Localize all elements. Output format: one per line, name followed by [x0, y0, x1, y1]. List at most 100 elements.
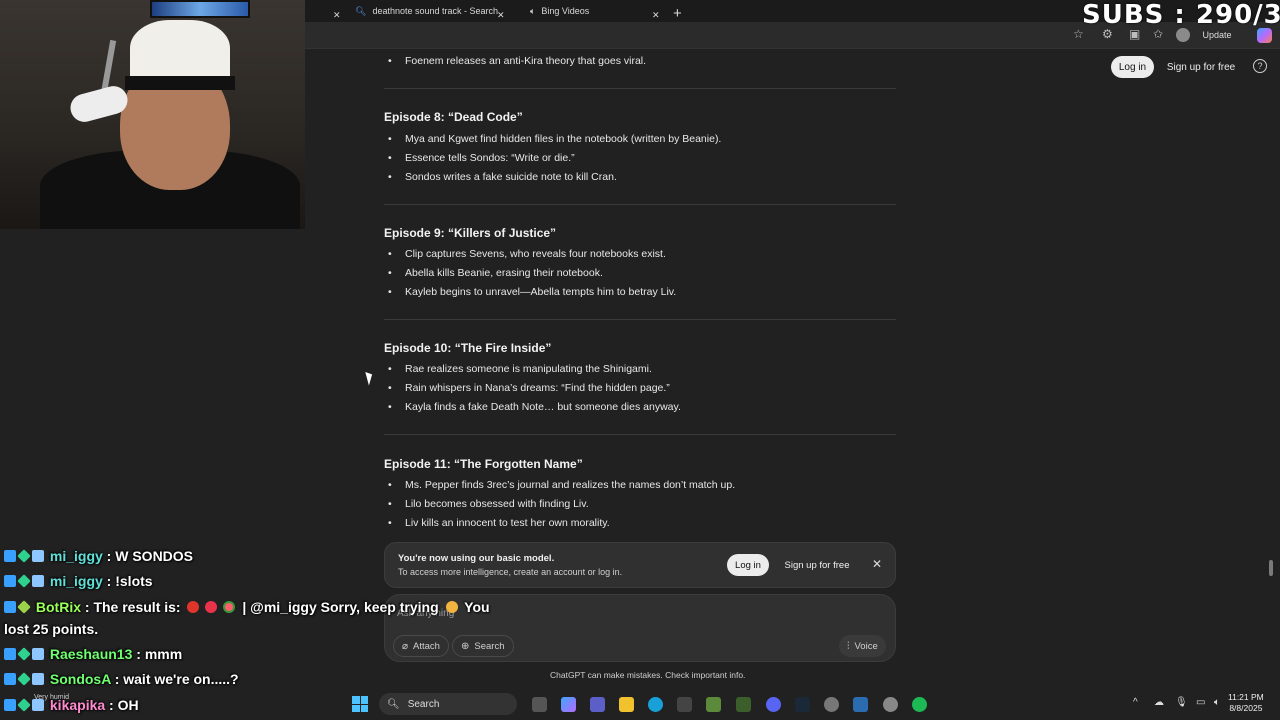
copilot-app-icon[interactable]: [561, 697, 576, 712]
clock-time: 11:21 PM: [1228, 692, 1264, 702]
taskbar-clock[interactable]: 11:21 PM 8/8/2025: [1228, 692, 1264, 714]
screen: ✕ 🔍︎ deathnote sound track - Search ✕ 🔈︎…: [0, 0, 1280, 720]
spotify-icon[interactable]: [912, 697, 927, 712]
moderator-badge-icon: [4, 575, 16, 587]
voice-button[interactable]: ⫶ Voice: [839, 635, 886, 657]
moderator-badge-icon: [4, 673, 16, 685]
clock-date: 8/8/2025: [1229, 703, 1263, 713]
teams-icon[interactable]: [590, 697, 605, 712]
header-signup-button[interactable]: Sign up for free: [1163, 56, 1239, 78]
tab-label: deathnote sound track - Search: [372, 6, 499, 16]
subs-counter: SUBS : 290/300: [1082, 0, 1280, 30]
list-item: Mya and Kgwet find hidden files in the n…: [388, 133, 721, 145]
header-login-button[interactable]: Log in: [1111, 56, 1154, 78]
vip-badge-icon: [17, 672, 31, 686]
chat-username: kikapika: [49, 697, 106, 713]
watermelon-emoji-icon: [223, 601, 236, 613]
task-view-icon[interactable]: [532, 697, 547, 712]
divider: [384, 319, 896, 320]
moderator-badge-icon: [4, 699, 16, 711]
tab-search[interactable]: 🔍︎ deathnote sound track - Search: [355, 0, 498, 22]
background-monitor: [150, 0, 250, 18]
moderator-badge-icon: [4, 648, 16, 660]
close-icon[interactable]: ✕: [869, 556, 885, 572]
profile-avatar[interactable]: [1176, 28, 1190, 42]
chat-message: BotRix : The result is: | @mi_iggy Sorry…: [4, 599, 490, 615]
globe-icon: ⊕: [461, 640, 470, 652]
chat-username: mi_iggy: [49, 573, 103, 589]
discord-icon[interactable]: [766, 697, 781, 712]
banner-signup-button[interactable]: Sign up for free: [778, 554, 856, 576]
copilot-icon[interactable]: [1257, 28, 1272, 43]
volume-tray-icon[interactable]: 🔈︎: [1214, 697, 1220, 708]
chat-username: Raeshaun13: [49, 646, 133, 662]
taskbar-search[interactable]: 🔍︎ Search: [379, 693, 517, 715]
divider: [384, 88, 896, 89]
chat-username: mi_iggy: [49, 548, 103, 564]
list-item: Kayleb begins to unravel—Abella tempts h…: [388, 286, 676, 298]
episode-title: Episode 8: “Dead Code”: [384, 110, 523, 124]
settings-icon[interactable]: [883, 697, 898, 712]
photos-icon[interactable]: [853, 697, 868, 712]
apple-emoji-icon: [187, 601, 200, 613]
sub-badge-icon: [32, 648, 44, 660]
scrollbar[interactable]: [1269, 560, 1273, 576]
strawberry-emoji-icon: [205, 601, 218, 613]
sub-badge-icon: [32, 575, 44, 587]
search-icon: 🔍︎: [387, 698, 400, 710]
speaker-icon: 🔈︎: [530, 5, 536, 16]
list-item: Liv kills an innocent to test her own mo…: [388, 517, 610, 529]
vip-badge-icon: [17, 698, 31, 712]
help-icon[interactable]: ?: [1253, 59, 1267, 73]
chat-message-continued: lost 25 points.: [4, 621, 99, 637]
vip-badge-icon: [17, 549, 31, 563]
attach-button[interactable]: ⌀ Attach: [393, 635, 449, 657]
banner-login-button[interactable]: Log in: [727, 554, 769, 576]
moderator-badge-icon: [4, 550, 16, 562]
episode-title: Episode 11: “The Forgotten Name”: [384, 457, 583, 471]
store-icon[interactable]: [677, 697, 692, 712]
chevron-up-icon[interactable]: ^: [1133, 697, 1138, 708]
chat-text: : wait we're on.....?: [110, 671, 239, 687]
moderator-badge-icon: [4, 601, 16, 613]
paperclip-icon: ⌀: [402, 640, 409, 652]
sad-face-emoji-icon: [445, 601, 458, 613]
divider: [384, 204, 896, 205]
chat-text: : mmm: [132, 646, 183, 662]
vip-badge-icon: [17, 574, 31, 588]
edge-icon[interactable]: [648, 697, 663, 712]
search-button[interactable]: ⊕ Search: [452, 635, 514, 657]
list-item: Lilo becomes obsessed with finding Liv.: [388, 498, 589, 510]
tab-bing-videos[interactable]: 🔈︎ Bing Videos: [530, 0, 589, 22]
chat-text: You: [460, 599, 490, 615]
chat-message: mi_iggy : !slots: [4, 573, 153, 589]
steam-icon[interactable]: [795, 697, 810, 712]
obs-icon[interactable]: [824, 697, 839, 712]
list-item: Sondos writes a fake suicide note to kil…: [388, 171, 617, 183]
game-launcher-icon[interactable]: [736, 697, 751, 712]
banner-title: You're now using our basic model.: [398, 553, 555, 564]
search-icon: 🔍︎: [355, 5, 367, 16]
mouse-cursor-icon: [365, 370, 375, 386]
list-item: Essence tells Sondos: “Write or die.”: [388, 152, 575, 164]
chat-username: BotRix: [35, 599, 82, 615]
chat-message: SondosA : wait we're on.....?: [4, 671, 239, 687]
verified-badge-icon: [17, 600, 31, 614]
network-tray-icon[interactable]: ☁︎: [1154, 697, 1164, 708]
file-explorer-icon[interactable]: [619, 697, 634, 712]
list-item: Rain whispers in Nana’s dreams: “Find th…: [388, 382, 670, 394]
chat-text: : OH: [105, 697, 139, 713]
chat-message: Raeshaun13 : mmm: [4, 646, 182, 662]
display-tray-icon[interactable]: ▭: [1196, 697, 1205, 708]
sub-badge-icon: [32, 699, 44, 711]
new-tab-icon[interactable]: +: [673, 2, 682, 24]
sub-badge-icon: [32, 550, 44, 562]
minecraft-icon[interactable]: [706, 697, 721, 712]
chat-username: SondosA: [49, 671, 111, 687]
search-label: Search: [474, 640, 505, 652]
basic-model-banner: You're now using our basic model. To acc…: [384, 542, 896, 588]
list-item: Foenem releases an anti-Kira theory that…: [388, 55, 646, 67]
microphone-tray-icon[interactable]: 🎙︎: [1175, 697, 1188, 708]
windows-start-icon[interactable]: [352, 696, 368, 712]
chat-text: : !slots: [102, 573, 153, 589]
